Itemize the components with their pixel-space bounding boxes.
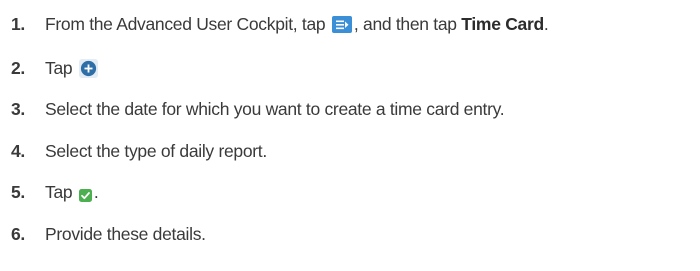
menu-arrow-icon [331,15,352,33]
step-number: 3. [11,98,25,119]
step-number: 5. [11,181,25,202]
step-text: Provide these details. [45,223,206,244]
step-number: 2. [11,57,25,78]
step-text: Tap . [45,181,99,203]
step-text: Select the type of daily report. [45,140,267,161]
plus-circle-icon [78,58,98,78]
step-text-middle: , and then tap [353,13,457,34]
step-5: 5. Tap . [0,177,99,207]
step-number: 1. [11,13,25,34]
checkmark-icon [78,188,92,202]
step-text: Select the date for which you want to cr… [45,98,505,119]
step-text-before: Tap [45,57,73,78]
step-3: 3. Select the date for which you want to… [0,94,505,124]
step-text-before: From the Advanced User Cockpit, tap [45,13,326,34]
step-6: 6. Provide these details. [0,219,206,249]
step-1: 1. From the Advanced User Cockpit, tap ,… [0,9,549,39]
step-text-after: . [543,13,549,34]
step-text-before: Tap [45,181,73,202]
step-2: 2. Tap [0,53,100,83]
step-number: 4. [11,140,25,161]
step-text: Tap [45,58,100,79]
step-text-after: . [93,181,99,202]
step-4: 4. Select the type of daily report. [0,136,267,166]
time-card-label: Time Card [461,13,544,34]
step-text: From the Advanced User Cockpit, tap , an… [45,13,549,35]
step-number: 6. [11,223,25,244]
